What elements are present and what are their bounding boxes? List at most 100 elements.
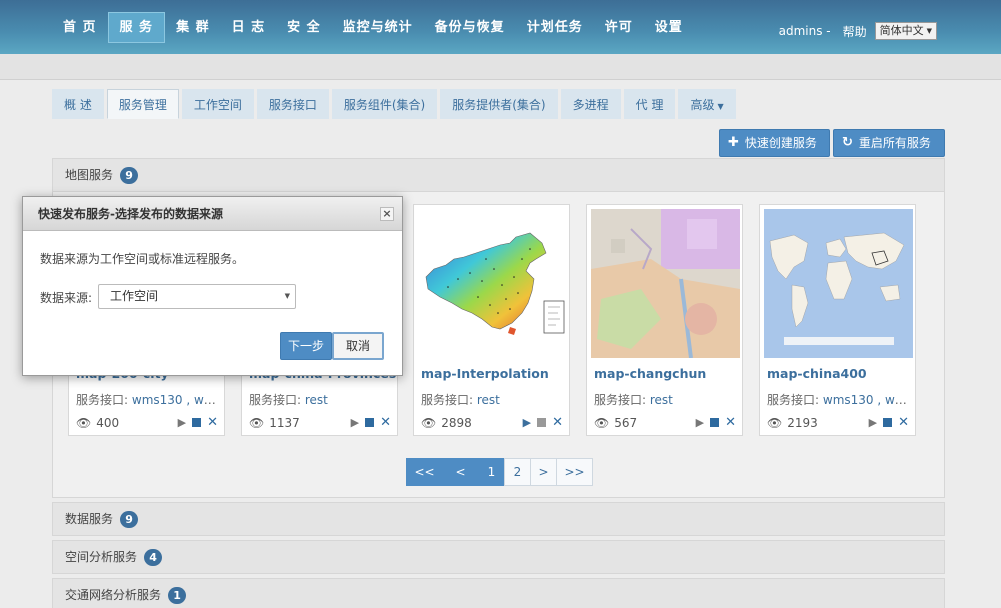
stop-icon[interactable]: [365, 418, 375, 427]
tab-multi-process[interactable]: 多进程: [560, 89, 621, 119]
service-controls: ▶ ✕: [523, 415, 563, 430]
quick-create-service-button[interactable]: ✚ 快速创建服务: [719, 129, 830, 157]
tab-service-management[interactable]: 服务管理: [106, 89, 179, 119]
service-controls: ▶ ✕: [696, 415, 736, 430]
language-select[interactable]: 简体中文 ▼: [874, 22, 937, 40]
iface-label: 服务接口:: [421, 393, 474, 407]
service-interfaces: 服务接口: rest: [421, 391, 566, 408]
panel-title: 空间分析服务: [65, 549, 138, 564]
nav-services[interactable]: 服 务: [107, 12, 166, 43]
service-interfaces: 服务接口: wms130 , wm...: [767, 391, 912, 408]
service-card[interactable]: map-changchun 服务接口: rest 👁 567 ▶ ✕: [586, 204, 743, 436]
tab-proxy[interactable]: 代 理: [623, 89, 676, 119]
service-interfaces: 服务接口: rest: [594, 391, 739, 408]
nav-cluster[interactable]: 集 群: [165, 12, 221, 43]
view-count: 👁 2193: [767, 416, 818, 430]
nav-security[interactable]: 安 全: [276, 12, 332, 43]
top-navbar: 首 页 服 务 集 群 日 志 安 全 监控与统计 备份与恢复 计划任务 许可 …: [0, 0, 1001, 54]
data-source-select[interactable]: 工作空间 ▼: [98, 284, 296, 309]
service-title[interactable]: map-changchun: [594, 366, 706, 381]
service-title[interactable]: map-china400: [767, 366, 867, 381]
nav-monitoring[interactable]: 监控与统计: [332, 12, 424, 43]
iface-link[interactable]: rest: [305, 393, 328, 407]
delete-icon[interactable]: ✕: [898, 415, 909, 430]
nav-license[interactable]: 许可: [594, 12, 644, 43]
play-icon[interactable]: ▶: [696, 416, 704, 429]
nav-scheduled-tasks[interactable]: 计划任务: [516, 12, 594, 43]
data-source-value: 工作空间: [110, 289, 159, 303]
nav-settings[interactable]: 设置: [644, 12, 694, 43]
close-icon[interactable]: ×: [380, 207, 394, 221]
views-value: 1137: [269, 416, 300, 430]
sub-header-bar: [0, 54, 1001, 80]
tab-service-interface[interactable]: 服务接口: [256, 89, 329, 119]
delete-icon[interactable]: ✕: [552, 415, 563, 430]
iface-label: 服务接口:: [594, 393, 647, 407]
iface-label: 服务接口:: [767, 393, 820, 407]
plus-icon: ✚: [728, 135, 739, 150]
page-2-button[interactable]: 2: [504, 458, 531, 486]
iface-link[interactable]: rest: [477, 393, 500, 407]
iface-link[interactable]: wms130 , wm...: [823, 393, 912, 407]
stop-icon[interactable]: [883, 418, 893, 427]
play-icon[interactable]: ▶: [869, 416, 877, 429]
prev-page-button[interactable]: <: [442, 458, 479, 486]
panel-title: 数据服务: [65, 511, 114, 526]
tab-advanced-label: 高级: [690, 98, 715, 112]
map-services-header[interactable]: 地图服务 9: [53, 159, 944, 192]
stop-icon[interactable]: [192, 418, 202, 427]
delete-icon[interactable]: ✕: [725, 415, 736, 430]
restart-all-label: 重启所有服务: [858, 136, 931, 150]
eye-icon: 👁: [249, 416, 265, 430]
panel-title: 交通网络分析服务: [65, 587, 162, 602]
play-icon[interactable]: ▶: [351, 416, 359, 429]
next-step-button[interactable]: 下一步: [280, 332, 332, 360]
tab-advanced[interactable]: 高级 ▼: [678, 89, 736, 119]
tab-service-components[interactable]: 服务组件(集合): [331, 89, 438, 119]
delete-icon[interactable]: ✕: [380, 415, 391, 430]
play-icon[interactable]: ▶: [178, 416, 186, 429]
user-area: admins - 帮助 简体中文 ▼: [779, 22, 937, 40]
views-value: 2193: [787, 416, 818, 430]
iface-link[interactable]: wms130 , wm...: [132, 393, 221, 407]
views-value: 567: [614, 416, 638, 430]
play-icon[interactable]: ▶: [523, 416, 531, 429]
count-badge: 9: [120, 510, 139, 528]
page-1-button[interactable]: 1: [478, 458, 505, 486]
nav-logs[interactable]: 日 志: [221, 12, 277, 43]
restart-all-services-button[interactable]: ↻ 重启所有服务: [833, 129, 945, 157]
chevron-down-icon: ▼: [284, 292, 290, 300]
eye-icon: 👁: [594, 416, 610, 430]
service-title[interactable]: map-Interpolation: [421, 366, 549, 381]
data-source-label: 数据来源:: [40, 291, 93, 305]
eye-icon: 👁: [421, 416, 437, 430]
service-card[interactable]: map-Interpolation 服务接口: rest 👁 2898 ▶ ✕: [413, 204, 570, 436]
map-thumbnail[interactable]: [764, 209, 913, 358]
spatial-analysis-panel[interactable]: 空间分析服务 4: [52, 540, 945, 574]
user-menu[interactable]: admins -: [779, 24, 831, 38]
data-services-panel[interactable]: 数据服务 9: [52, 502, 945, 536]
service-interfaces: 服务接口: rest: [249, 391, 394, 408]
tab-overview[interactable]: 概 述: [52, 89, 104, 119]
pagination: << < 1 2 > >>: [406, 458, 593, 486]
first-page-button[interactable]: <<: [406, 458, 443, 486]
dialog-title: 快速发布服务-选择发布的数据来源: [38, 207, 223, 221]
service-card[interactable]: map-china400 服务接口: wms130 , wm... 👁 2193 …: [759, 204, 916, 436]
stop-icon[interactable]: [710, 418, 720, 427]
next-page-button[interactable]: >: [530, 458, 557, 486]
network-analysis-panel[interactable]: 交通网络分析服务 1: [52, 578, 945, 608]
last-page-button[interactable]: >>: [556, 458, 593, 486]
delete-icon[interactable]: ✕: [207, 415, 218, 430]
cancel-button[interactable]: 取消: [332, 332, 384, 360]
tab-workspace[interactable]: 工作空间: [181, 89, 254, 119]
nav-home[interactable]: 首 页: [52, 12, 108, 43]
tab-service-providers[interactable]: 服务提供者(集合): [440, 89, 558, 119]
help-link[interactable]: 帮助: [843, 23, 867, 40]
map-thumbnail[interactable]: [591, 209, 740, 358]
iface-label: 服务接口:: [76, 393, 129, 407]
dialog-header: 快速发布服务-选择发布的数据来源 ×: [23, 197, 402, 231]
map-thumbnail[interactable]: [418, 209, 567, 358]
iface-link[interactable]: rest: [650, 393, 673, 407]
nav-backup[interactable]: 备份与恢复: [424, 12, 516, 43]
stop-icon[interactable]: [537, 418, 547, 427]
